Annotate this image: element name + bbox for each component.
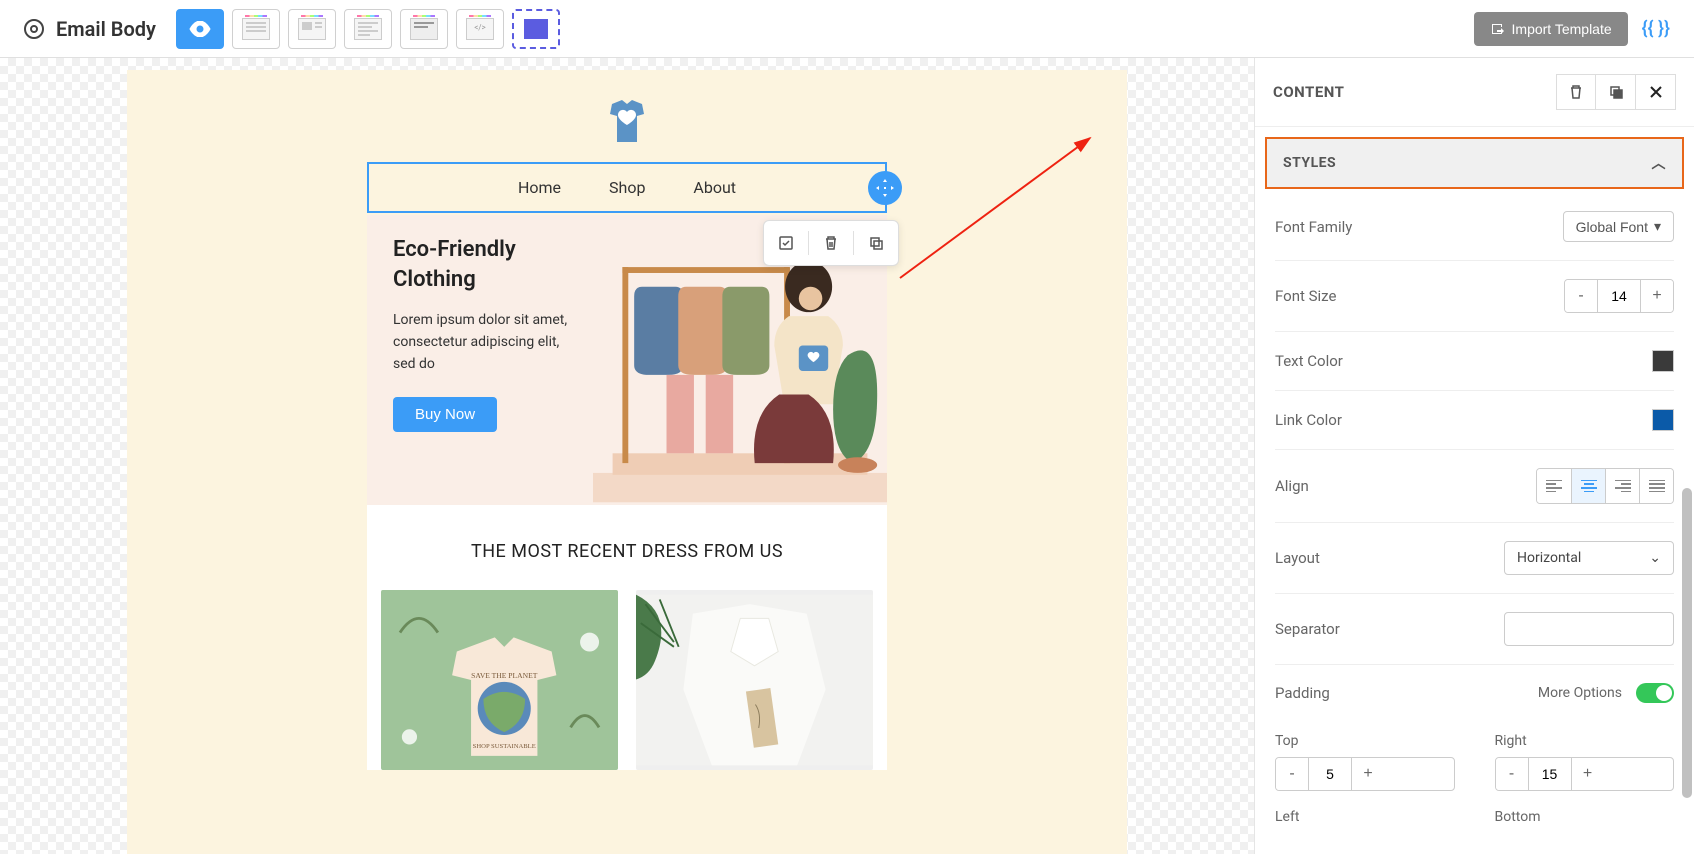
font-size-decrement[interactable]: - [1565, 280, 1597, 312]
preview-tool[interactable] [176, 9, 224, 49]
product-grid: SAVE THE PLANET SHOP SUSTAINABLE [367, 590, 887, 770]
select-element-icon[interactable] [770, 227, 802, 259]
delete-icon[interactable] [1556, 74, 1596, 110]
layout-tool-1[interactable] [232, 9, 280, 49]
separator-input[interactable] [1504, 612, 1674, 646]
collapse-panel-button[interactable] [1254, 448, 1255, 494]
nav-link-about[interactable]: About [693, 178, 736, 197]
align-center-button[interactable] [1571, 469, 1605, 503]
scrollbar[interactable] [1682, 488, 1692, 798]
pad-top-increment[interactable]: + [1352, 758, 1384, 790]
brand-logo[interactable] [367, 90, 887, 162]
link-color-swatch[interactable] [1652, 409, 1674, 431]
import-template-button[interactable]: Import Template [1474, 12, 1628, 46]
pad-top-input[interactable] [1308, 758, 1352, 790]
layout-tool-4[interactable] [400, 9, 448, 49]
canvas[interactable]: Home Shop About [0, 58, 1254, 854]
properties-panel: CONTENT STYLES ︿ Font Family Global Font… [1254, 58, 1694, 854]
duplicate-icon[interactable] [1596, 74, 1636, 110]
top-toolbar: Email Body </> Import Template {{ }} [0, 0, 1694, 58]
align-label: Align [1275, 477, 1309, 495]
section-title: THE MOST RECENT DRESS FROM US [367, 505, 887, 590]
layout-select[interactable]: Horizontal ⌄ [1504, 541, 1674, 575]
element-toolbar [763, 220, 899, 266]
delete-element-icon[interactable] [815, 227, 847, 259]
font-size-increment[interactable]: + [1641, 280, 1673, 312]
caret-down-icon: ▾ [1654, 218, 1661, 235]
font-family-label: Font Family [1275, 218, 1352, 236]
align-justify-button[interactable] [1639, 469, 1673, 503]
separator-label: Separator [1275, 620, 1340, 638]
font-size-input[interactable] [1597, 280, 1641, 312]
svg-text:SHOP SUSTAINABLE: SHOP SUSTAINABLE [473, 743, 536, 750]
layout-label: Layout [1275, 549, 1320, 567]
font-family-dropdown[interactable]: Global Font ▾ [1563, 211, 1674, 242]
pad-right-decrement[interactable]: - [1496, 758, 1528, 790]
hero-title: Eco-Friendly Clothing [393, 235, 581, 294]
selection-tool[interactable] [512, 9, 560, 49]
styles-section-header[interactable]: STYLES ︿ [1265, 137, 1684, 189]
panel-header: CONTENT [1273, 83, 1344, 101]
font-size-label: Font Size [1275, 287, 1336, 305]
chevron-up-icon: ︿ [1652, 153, 1667, 173]
pad-right-increment[interactable]: + [1572, 758, 1604, 790]
hero-body: Lorem ipsum dolor sit amet, consectetur … [393, 310, 581, 375]
pad-top-decrement[interactable]: - [1276, 758, 1308, 790]
align-left-button[interactable] [1537, 469, 1571, 503]
braces-icon[interactable]: {{ }} [1642, 18, 1670, 39]
product-card-1[interactable]: SAVE THE PLANET SHOP SUSTAINABLE [381, 590, 618, 770]
hero-illustration [593, 235, 887, 505]
product-card-2[interactable] [636, 590, 873, 770]
text-color-label: Text Color [1275, 352, 1343, 370]
pad-left-label: Left [1275, 809, 1455, 825]
pad-right-input[interactable] [1528, 758, 1572, 790]
buy-now-button[interactable]: Buy Now [393, 397, 497, 432]
gear-icon[interactable] [24, 19, 44, 39]
align-right-button[interactable] [1605, 469, 1639, 503]
padding-label: Padding [1275, 684, 1330, 702]
svg-text:SAVE THE PLANET: SAVE THE PLANET [471, 671, 538, 680]
drag-handle-icon[interactable] [868, 171, 902, 205]
pad-top-label: Top [1275, 733, 1455, 749]
code-tool[interactable]: </> [456, 9, 504, 49]
text-color-swatch[interactable] [1652, 350, 1674, 372]
close-icon[interactable] [1636, 74, 1676, 110]
page-title: Email Body [56, 17, 156, 41]
nav-link-home[interactable]: Home [518, 178, 561, 197]
nav-link-shop[interactable]: Shop [609, 178, 645, 197]
layout-tool-2[interactable] [288, 9, 336, 49]
more-options-toggle[interactable] [1636, 683, 1674, 703]
nav-menu-block[interactable]: Home Shop About [367, 162, 887, 213]
link-color-label: Link Color [1275, 411, 1342, 429]
font-size-stepper: - + [1564, 279, 1674, 313]
pad-bottom-label: Bottom [1495, 809, 1675, 825]
pad-right-label: Right [1495, 733, 1675, 749]
more-options-label: More Options [1538, 685, 1622, 701]
duplicate-element-icon[interactable] [860, 227, 892, 259]
layout-tool-3[interactable] [344, 9, 392, 49]
chevron-down-icon: ⌄ [1649, 550, 1661, 566]
